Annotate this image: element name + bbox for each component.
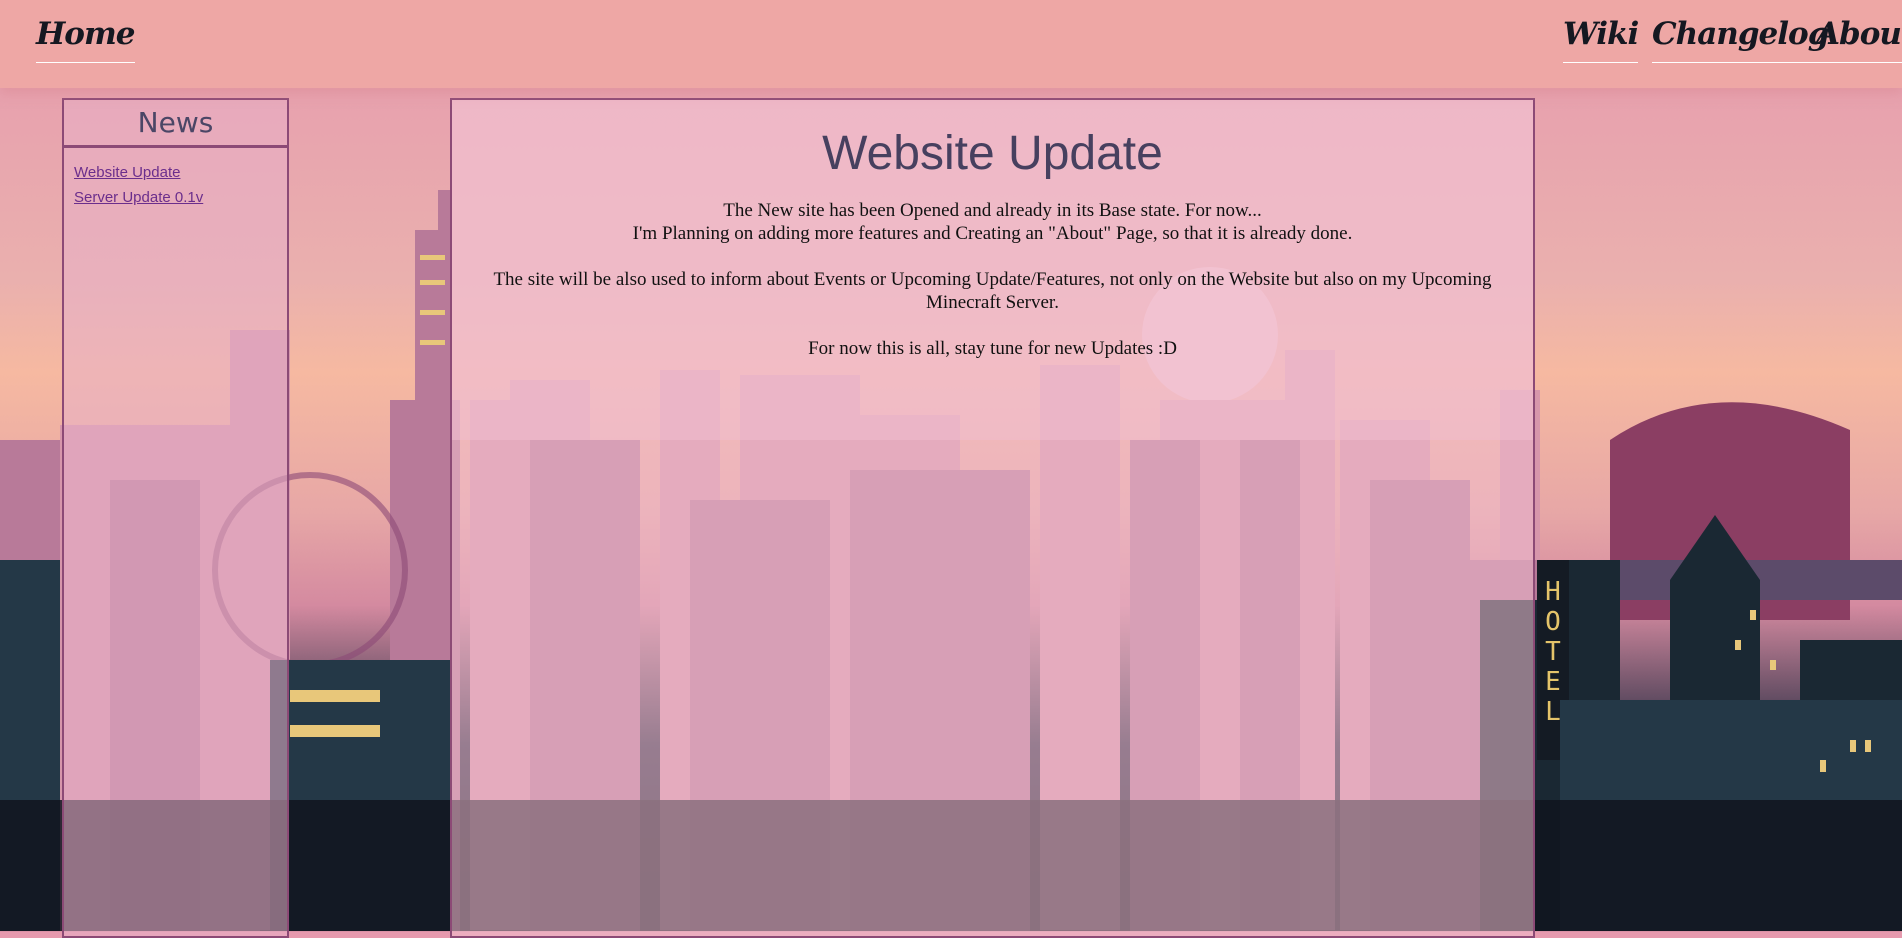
- news-list: Website Update Server Update 0.1v: [64, 148, 287, 206]
- news-heading: News: [64, 100, 287, 148]
- article-paragraph-3: For now this is all, stay tune for new U…: [808, 338, 1177, 359]
- news-item-server-update[interactable]: Server Update 0.1v: [74, 189, 277, 206]
- nav-wiki-link[interactable]: Wiki: [1563, 16, 1639, 63]
- article-body: The New site has been Opened and already…: [452, 199, 1533, 360]
- news-sidebar: News Website Update Server Update 0.1v: [62, 98, 289, 938]
- nav-home-link[interactable]: Home: [36, 16, 135, 63]
- article-paragraph-2: The site will be also used to inform abo…: [493, 269, 1492, 313]
- nav-changelog-link[interactable]: Changelog: [1652, 16, 1829, 63]
- news-item-website-update[interactable]: Website Update: [74, 164, 277, 181]
- article-title: Website Update: [822, 127, 1163, 180]
- top-navbar: Home Wiki Changelog About: [0, 0, 1902, 88]
- hotel-sign-text: HOTEL: [1545, 577, 1561, 727]
- article-panel: Website Update The New site has been Ope…: [450, 98, 1535, 938]
- article-line-1: The New site has been Opened and already…: [723, 200, 1262, 221]
- nav-about-link[interactable]: About: [1816, 16, 1902, 63]
- article-line-2: I'm Planning on adding more features and…: [632, 223, 1353, 244]
